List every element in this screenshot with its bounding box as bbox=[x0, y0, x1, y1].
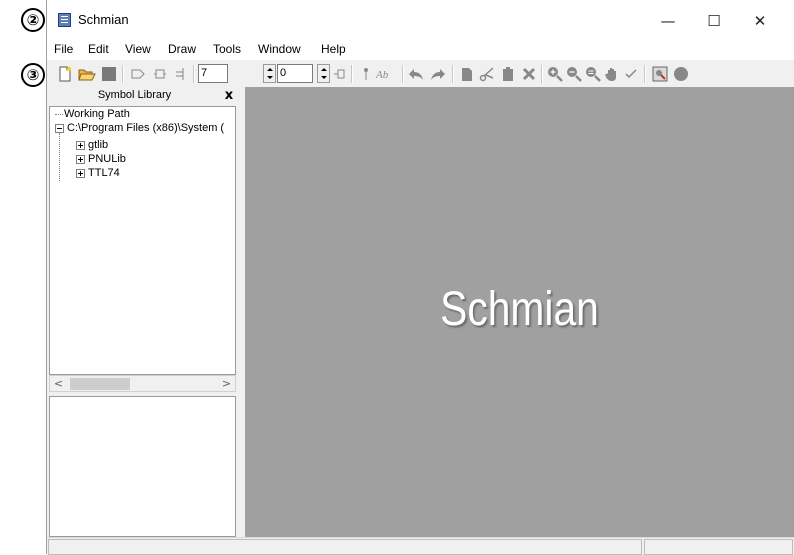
menu-edit[interactable]: Edit bbox=[88, 42, 109, 56]
tree-item-root[interactable]: C:\Program Files (x86)\System ( bbox=[50, 121, 235, 135]
spin-value-2-input[interactable]: 0 bbox=[277, 64, 313, 83]
app-icon[interactable] bbox=[58, 13, 71, 27]
text-icon[interactable]: Ab bbox=[374, 65, 396, 83]
new-file-icon[interactable] bbox=[56, 65, 74, 83]
stop-icon[interactable] bbox=[672, 65, 690, 83]
scrollbar-thumb[interactable] bbox=[70, 378, 130, 390]
menu-draw[interactable]: Draw bbox=[168, 42, 196, 56]
paste-icon[interactable] bbox=[499, 65, 517, 83]
symbol-preview-pane bbox=[49, 396, 236, 537]
menu-help[interactable]: Help bbox=[321, 42, 346, 56]
window-title: Schmian bbox=[78, 12, 129, 27]
open-folder-icon[interactable] bbox=[78, 65, 96, 83]
symbol-library-header: Symbol Library x bbox=[47, 87, 236, 105]
menu-bar: File Edit View Draw Tools Window Help bbox=[47, 40, 794, 60]
spin-value-1-stepper[interactable] bbox=[263, 64, 276, 83]
status-pane-main bbox=[48, 539, 642, 555]
scroll-right-icon[interactable]: > bbox=[218, 376, 235, 391]
expand-icon[interactable] bbox=[76, 141, 85, 150]
scroll-left-icon[interactable]: < bbox=[50, 376, 67, 391]
svg-text:Ab: Ab bbox=[375, 69, 389, 80]
copy-icon[interactable] bbox=[458, 65, 476, 83]
menu-tools[interactable]: Tools bbox=[213, 42, 241, 56]
tree-item-pnulib[interactable]: PNULib bbox=[50, 152, 235, 166]
toolbar-separator bbox=[402, 65, 404, 83]
tree-item-label: C:\Program Files (x86)\System ( bbox=[67, 122, 225, 134]
symbol-library-close-button[interactable]: x bbox=[222, 87, 236, 104]
title-bar: Schmian — ☐ ✕ bbox=[47, 0, 794, 40]
expand-icon[interactable] bbox=[76, 155, 85, 164]
zoom-in-icon[interactable] bbox=[546, 65, 564, 83]
cut-icon[interactable] bbox=[478, 65, 496, 83]
bidir-port-icon[interactable] bbox=[151, 65, 169, 83]
menu-file[interactable]: File bbox=[54, 42, 73, 56]
save-icon[interactable] bbox=[100, 65, 118, 83]
toolbar-separator bbox=[193, 65, 195, 83]
expand-icon[interactable] bbox=[76, 169, 85, 178]
tree-item-gtlib[interactable]: gtlib bbox=[50, 138, 235, 152]
tree-item-label: Working Path bbox=[64, 108, 130, 120]
schematic-canvas[interactable]: Schmian bbox=[245, 87, 794, 537]
splash-logo: Schmian bbox=[440, 283, 599, 336]
status-bar bbox=[47, 537, 794, 555]
tree-item-label: gtlib bbox=[88, 139, 109, 151]
tree-item-label: TTL74 bbox=[88, 167, 120, 179]
status-pane-secondary bbox=[644, 539, 793, 555]
spin-value-2-stepper[interactable] bbox=[317, 64, 330, 83]
horizontal-scrollbar[interactable]: < > bbox=[49, 375, 236, 392]
symbol-library-title: Symbol Library bbox=[97, 89, 172, 101]
tree-item-label: PNULib bbox=[88, 153, 126, 165]
pan-hand-icon[interactable] bbox=[603, 65, 621, 83]
toolbar-separator bbox=[122, 65, 124, 83]
symbol-library-panel: Symbol Library x Working Path C:\Program… bbox=[47, 87, 236, 537]
toolbar-separator bbox=[351, 65, 353, 83]
library-tree[interactable]: Working Path C:\Program Files (x86)\Syst… bbox=[49, 106, 236, 375]
maximize-button[interactable]: ☐ bbox=[691, 8, 737, 34]
input-port-icon[interactable] bbox=[129, 65, 147, 83]
collapse-icon[interactable] bbox=[55, 124, 64, 133]
callout-3: ③ bbox=[21, 63, 45, 87]
zoom-fit-icon[interactable] bbox=[584, 65, 602, 83]
delete-icon[interactable] bbox=[520, 65, 538, 83]
app-window: Schmian — ☐ ✕ File Edit View Draw Tools … bbox=[46, 0, 794, 555]
tree-item-working-path[interactable]: Working Path bbox=[50, 107, 235, 121]
probe-icon[interactable] bbox=[357, 65, 375, 83]
simulate-icon[interactable] bbox=[651, 65, 669, 83]
zoom-out-icon[interactable] bbox=[565, 65, 583, 83]
tree-item-ttl74[interactable]: TTL74 bbox=[50, 166, 235, 180]
bus-entry-icon[interactable] bbox=[172, 65, 190, 83]
menu-view[interactable]: View bbox=[125, 42, 151, 56]
menu-window[interactable]: Window bbox=[258, 42, 301, 56]
check-icon[interactable] bbox=[622, 65, 640, 83]
close-button[interactable]: ✕ bbox=[737, 8, 783, 34]
callout-2: ② bbox=[21, 8, 45, 32]
minimize-button[interactable]: — bbox=[645, 8, 691, 34]
redo-icon[interactable] bbox=[429, 65, 447, 83]
toolbar-separator bbox=[541, 65, 543, 83]
toolbar: 7 0 Ab bbox=[47, 61, 794, 87]
spin-value-1-input[interactable]: 7 bbox=[198, 64, 228, 83]
toolbar-separator bbox=[452, 65, 454, 83]
toolbar-separator bbox=[644, 65, 646, 83]
pin-icon[interactable] bbox=[330, 65, 348, 83]
undo-icon[interactable] bbox=[407, 65, 425, 83]
